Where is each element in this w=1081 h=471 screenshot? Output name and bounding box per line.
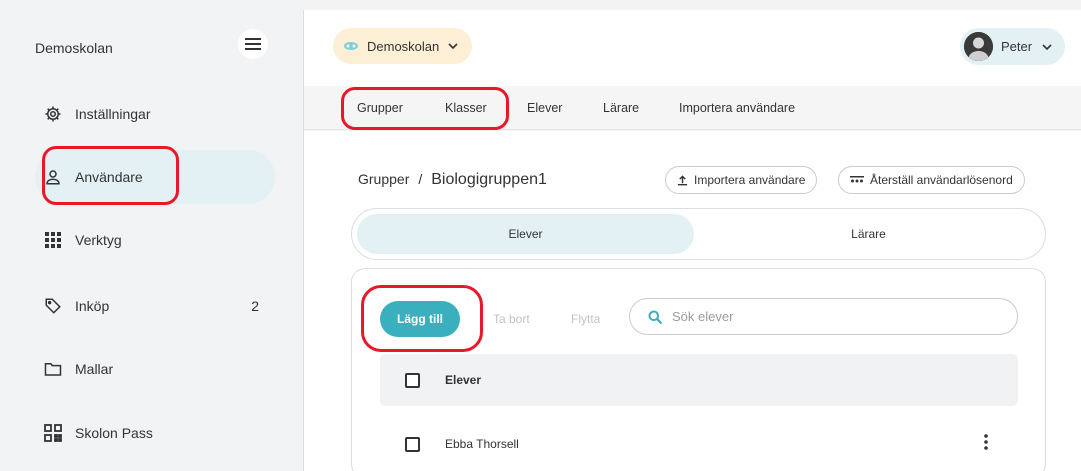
sidebar-item-label: Inställningar: [75, 106, 151, 122]
tab-grupper[interactable]: Grupper: [357, 101, 403, 115]
reset-passwords-label: Återställ användarlösenord: [870, 173, 1013, 187]
import-users-label: Importera användare: [694, 173, 806, 187]
user-menu[interactable]: Peter: [960, 28, 1065, 65]
search-input[interactable]: [672, 309, 992, 324]
row-checkbox[interactable]: [405, 436, 420, 452]
sidebar-item-label: Användare: [75, 169, 143, 185]
add-button[interactable]: Lägg till: [380, 301, 460, 337]
segment-larare[interactable]: Lärare: [697, 214, 1040, 254]
breadcrumb-parent[interactable]: Grupper: [358, 171, 409, 187]
sidebar-item-inkop[interactable]: Inköp 2: [35, 279, 275, 333]
school-logo-icon: [344, 42, 358, 50]
avatar: [964, 32, 993, 61]
tab-elever[interactable]: Elever: [527, 101, 562, 115]
folder-icon: [43, 359, 63, 379]
search-box: [629, 298, 1018, 335]
select-all-checkbox[interactable]: [405, 372, 420, 388]
column-header-elever: Elever: [445, 373, 482, 387]
table-header: Elever: [380, 354, 1018, 406]
breadcrumb: Grupper / Biologigruppen1: [358, 171, 547, 189]
password-dots-icon: [850, 176, 864, 183]
sidebar-item-anvandare[interactable]: Användare: [35, 150, 275, 204]
sidebar-item-verktyg[interactable]: Verktyg: [35, 213, 275, 267]
sidebar-item-label: Verktyg: [75, 232, 122, 248]
upload-icon: [677, 174, 688, 185]
segment-elever[interactable]: Elever: [357, 214, 694, 254]
import-users-button[interactable]: Importera användare: [665, 166, 818, 194]
sidebar-item-installningar[interactable]: Inställningar: [35, 87, 275, 141]
hamburger-icon: [245, 38, 261, 50]
user-name: Peter: [1001, 39, 1033, 54]
chevron-down-icon: [448, 43, 458, 49]
school-selector[interactable]: Demoskolan: [333, 28, 473, 64]
gear-icon: [43, 104, 63, 124]
move-button[interactable]: Flytta: [571, 312, 600, 326]
grid-icon: [43, 230, 63, 250]
sidebar-item-skolon-pass[interactable]: Skolon Pass: [35, 406, 275, 460]
sidebar-item-label: Mallar: [75, 361, 114, 377]
school-selector-label: Demoskolan: [367, 38, 440, 54]
tab-klasser[interactable]: Klasser: [445, 101, 487, 115]
qr-icon: [43, 423, 63, 443]
tag-icon: [43, 296, 63, 316]
table-row: Ebba Thorsell: [380, 418, 1018, 470]
sidebar-item-label: Skolon Pass: [75, 425, 153, 441]
search-icon: [648, 310, 662, 324]
tab-importera-anvandare[interactable]: Importera användare: [679, 101, 795, 115]
sidebar-item-label: Inköp: [75, 298, 110, 314]
tab-larare[interactable]: Lärare: [603, 101, 639, 115]
sidebar-item-badge: 2: [251, 298, 259, 314]
reset-passwords-button[interactable]: Återställ användarlösenord: [838, 166, 1025, 194]
student-name: Ebba Thorsell: [445, 437, 519, 451]
breadcrumb-separator: /: [418, 171, 423, 187]
sidebar-school-name: Demoskolan: [35, 40, 113, 56]
sidebar-item-mallar[interactable]: Mallar: [35, 342, 275, 396]
chevron-down-icon: [1042, 43, 1052, 50]
menu-toggle-button[interactable]: [238, 29, 268, 59]
more-options-icon[interactable]: [984, 434, 988, 450]
user-icon: [43, 167, 63, 187]
remove-button[interactable]: Ta bort: [493, 312, 530, 326]
breadcrumb-current: Biologigruppen1: [431, 171, 547, 188]
